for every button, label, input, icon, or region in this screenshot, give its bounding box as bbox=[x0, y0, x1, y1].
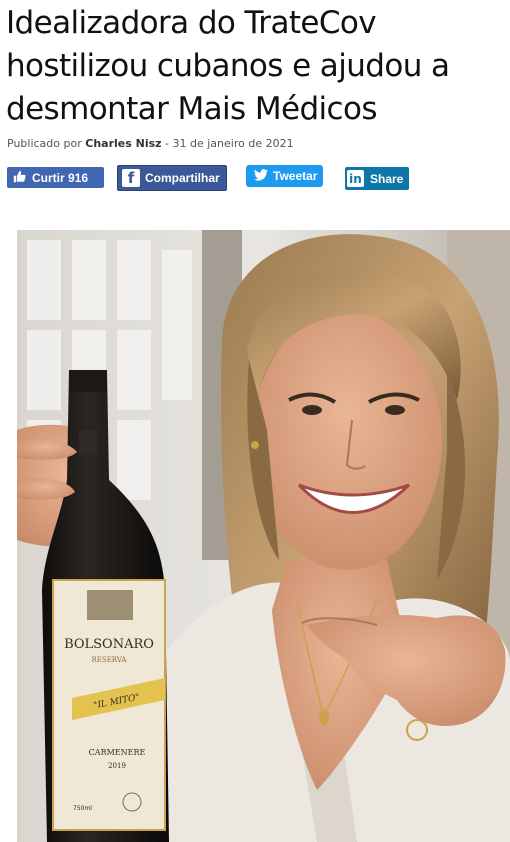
bottle-reserva-text: RESERVA bbox=[92, 656, 128, 664]
linkedin-icon: in bbox=[347, 170, 364, 187]
facebook-icon: f bbox=[122, 169, 140, 187]
thumbs-up-icon bbox=[13, 170, 26, 186]
publish-date: 31 de janeiro de 2021 bbox=[172, 137, 294, 150]
facebook-like-button[interactable]: Curtir 916 bbox=[7, 167, 104, 188]
byline-separator: - bbox=[161, 137, 173, 150]
share-bar: Curtir 916 f Compartilhar Tweetar in Sha… bbox=[0, 164, 510, 194]
twitter-share-label: Tweetar bbox=[273, 169, 318, 183]
bottle-year-text: 2019 bbox=[108, 762, 126, 770]
facebook-share-label: Compartilhar bbox=[145, 171, 220, 185]
bottle-volume-text: 750ml bbox=[73, 805, 92, 812]
facebook-share-button[interactable]: f Compartilhar bbox=[117, 165, 227, 191]
linkedin-share-label: Share bbox=[370, 171, 404, 186]
article-photo: BOLSONARO RESERVA "IL MITO" CARMENERE 20… bbox=[17, 230, 510, 842]
article-page: Idealizadora do TrateCov hostilizou cuba… bbox=[0, 0, 510, 842]
byline-prefix: Publicado por bbox=[7, 137, 82, 150]
bottle-variety-text: CARMENERE bbox=[89, 748, 146, 757]
like-label: Curtir 916 bbox=[32, 170, 89, 185]
author-name[interactable]: Charles Nisz bbox=[85, 137, 161, 150]
article-title-line: hostilizou cubanos e ajudou a bbox=[6, 48, 450, 84]
twitter-share-button[interactable]: Tweetar bbox=[246, 165, 323, 187]
twitter-bird-icon bbox=[254, 168, 268, 184]
article-title-line: Idealizadora do TrateCov bbox=[6, 5, 377, 41]
article-photo-illustration: BOLSONARO RESERVA "IL MITO" CARMENERE 20… bbox=[17, 230, 510, 842]
linkedin-share-button[interactable]: in Share bbox=[345, 167, 409, 190]
article-title-line: desmontar Mais Médicos bbox=[6, 91, 378, 127]
bottle-brand-text: BOLSONARO bbox=[64, 637, 154, 652]
article-title: Idealizadora do TrateCov hostilizou cuba… bbox=[6, 2, 506, 131]
article-byline: Publicado por Charles Nisz - 31 de janei… bbox=[7, 137, 294, 150]
